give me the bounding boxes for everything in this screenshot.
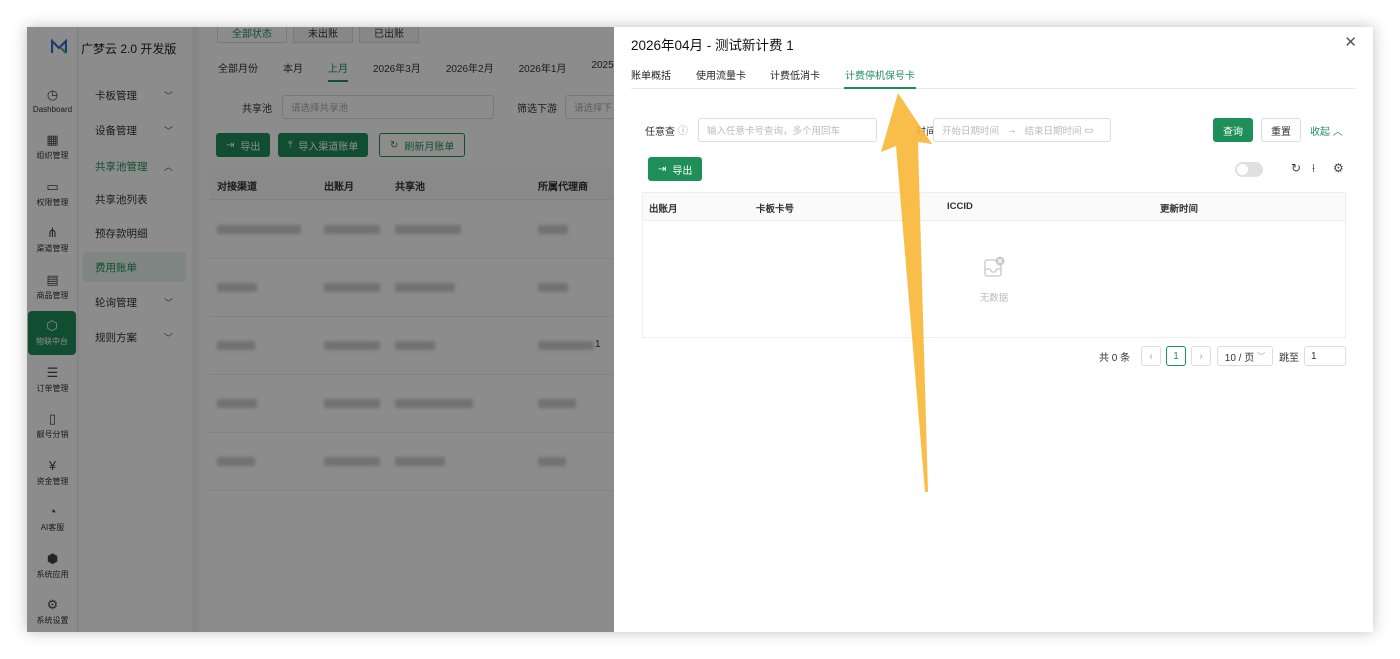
col-iccid: ICCID [947,201,973,212]
time-range-picker[interactable]: 开始日期时间 → 结束日期时间 ▭ [933,118,1111,142]
total-count: 共 0 条 [1099,352,1131,364]
export-icon: ⇥ [658,163,667,175]
toggle-switch[interactable] [1235,162,1263,177]
query-input[interactable]: 输入任意卡号查询，多个用回车 [698,118,877,142]
settings-icon[interactable]: ⚙ [1333,161,1344,175]
page-size-select[interactable]: 10 / 页 ﹀ [1217,346,1273,366]
prev-page-button[interactable]: ‹ [1141,346,1161,366]
column-height-icon[interactable]: ⟊ [1312,161,1315,176]
next-page-button[interactable]: › [1191,346,1211,366]
card-table: 出账月 卡板卡号 ICCID 更新时间 无数据 [642,192,1346,338]
app-window: ◷ Dashboard ▦ 组织管理 ▭ 权限管理 ⋔ 渠道管理 ▤ 商品管理 ⬡ 物联中台… [27,27,1373,632]
reset-button[interactable]: 重置 [1261,118,1301,142]
tab-bill-summary[interactable]: 账单概括 [631,67,671,89]
jump-input[interactable]: 1 [1304,346,1346,366]
drawer-export-button[interactable]: ⇥ 导出 [648,157,703,181]
tab-traffic-card[interactable]: 使用流量卡 [696,67,746,89]
search-button[interactable]: 查询 [1213,118,1253,142]
calendar-icon: ▭ [1084,124,1094,136]
empty-data-icon [984,256,1005,277]
query-label: 任意查 [645,127,675,138]
close-icon[interactable]: ✕ [1344,33,1357,51]
help-icon: ⓘ [678,126,688,137]
tab-min-consumption-card[interactable]: 计费低消卡 [770,67,820,89]
chevron-down-icon: ﹀ [1257,351,1266,361]
col-card-number: 卡板卡号 [756,204,795,215]
card-table-header: 出账月 卡板卡号 ICCID 更新时间 [643,193,1345,221]
bill-detail-drawer: 2026年04月 - 测试新计费 1 ✕ 账单概括 使用流量卡 计费低消卡 计费… [614,27,1373,632]
arrow-right-icon: → [1007,124,1017,136]
chevron-up-icon: ︿ [1332,127,1343,138]
refresh-icon[interactable]: ↻ [1291,161,1301,175]
jump-label: 跳至 [1279,352,1299,364]
col-updated-time: 更新时间 [1160,204,1199,215]
drawer-tabs: 账单概括 使用流量卡 计费低消卡 计费停机保号卡 [631,67,1355,89]
col-bill-month: 出账月 [649,204,678,215]
drawer-title: 2026年04月 - 测试新计费 1 [631,38,794,53]
tab-suspended-card[interactable]: 计费停机保号卡 [844,67,916,89]
empty-text: 无数据 [979,293,1009,304]
collapse-link[interactable]: 收起 ︿ [1310,123,1343,138]
current-page[interactable]: 1 [1166,346,1186,366]
modal-mask[interactable] [27,27,614,632]
